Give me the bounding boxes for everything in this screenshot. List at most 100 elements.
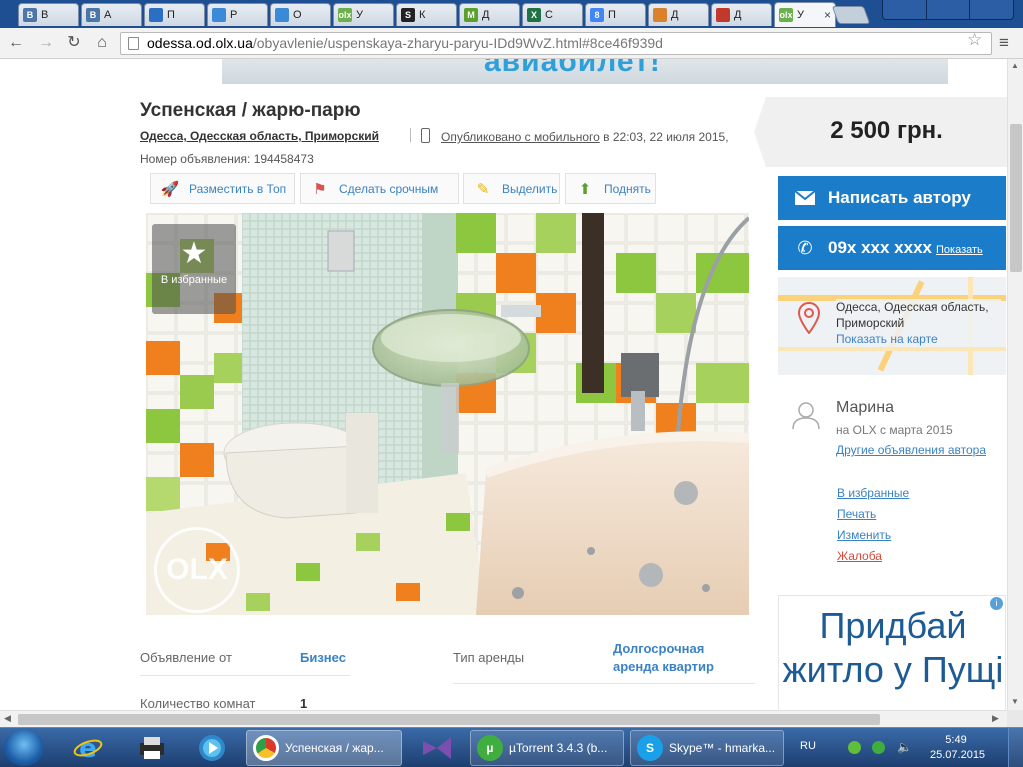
add-to-favorites-link[interactable]: В избранные xyxy=(837,486,909,500)
horizontal-scrollbar[interactable]: ◀ ▶ xyxy=(0,710,1007,727)
browser-tab[interactable]: olx У xyxy=(333,3,394,26)
task-chrome[interactable]: Успенская / жар... xyxy=(246,730,402,766)
complaint-link[interactable]: Жалоба xyxy=(837,549,882,563)
show-on-map-link[interactable]: Показать на карте xyxy=(836,331,1001,347)
ad-location-link[interactable]: Одесса, Одесская область, Приморский xyxy=(140,129,379,143)
browser-tab[interactable]: Д xyxy=(648,3,709,26)
tray-status-icon[interactable] xyxy=(848,741,861,754)
task-utorrent[interactable]: µ µTorrent 3.4.3 (b... xyxy=(470,730,624,766)
task-label: µTorrent 3.4.3 (b... xyxy=(509,741,608,755)
scroll-up-arrow-icon[interactable]: ▲ xyxy=(1011,61,1019,70)
scroll-down-arrow-icon[interactable]: ▼ xyxy=(1011,697,1019,706)
windows-taskbar: e Успенская / жар... µ µTorrent 3.4.3 (b… xyxy=(0,727,1023,767)
back-arrow-icon[interactable]: ← xyxy=(6,33,26,53)
page-icon xyxy=(128,37,139,50)
promo-label: Разместить в Топ xyxy=(189,181,287,196)
top-ad-banner[interactable]: авиабилет! xyxy=(222,59,948,84)
highlight-button[interactable]: ✎ Выделить xyxy=(463,173,560,204)
reload-icon[interactable]: ↻ xyxy=(64,33,84,53)
media-player-icon[interactable] xyxy=(188,731,236,765)
marker-icon: ✎ xyxy=(476,180,490,198)
write-author-label: Написать автору xyxy=(828,188,971,207)
ad-info-icon[interactable]: i xyxy=(990,597,1003,610)
browser-tab[interactable]: Д xyxy=(711,3,772,26)
browser-tab[interactable]: olx У × xyxy=(774,2,836,27)
browser-tab[interactable]: ВВ xyxy=(18,3,79,26)
add-to-favorites-button[interactable]: ★ В избранные xyxy=(152,224,236,314)
task-label: Skype™ - hmarka... xyxy=(669,741,776,755)
tab-label: К xyxy=(419,9,426,21)
make-urgent-button[interactable]: ⚑ Сделать срочным xyxy=(300,173,459,204)
vertical-scroll-thumb[interactable] xyxy=(1010,124,1022,272)
browser-toolbar: ← → ↻ ⌂ odessa.od.olx.ua/obyavlenie/uspe… xyxy=(0,28,1023,59)
tab-label: У xyxy=(356,9,363,21)
seller-other-ads-link[interactable]: Другие объявления автора xyxy=(836,443,986,457)
visual-studio-icon[interactable] xyxy=(410,731,464,765)
browser-tab[interactable]: О xyxy=(270,3,331,26)
ie-icon[interactable]: e xyxy=(64,731,112,765)
eye-icon xyxy=(212,8,226,22)
browser-tab[interactable]: SК xyxy=(396,3,457,26)
forward-arrow-icon[interactable]: → xyxy=(36,33,56,53)
show-phone-link[interactable]: Показать xyxy=(936,244,983,256)
price: 2 500 грн. xyxy=(830,117,943,144)
volume-icon[interactable]: 🔈 xyxy=(897,741,912,754)
banner-text: авиабилет! xyxy=(484,59,661,78)
olx-icon: olx xyxy=(779,8,793,22)
published-info: Опубликовано с мобильного в 22:03, 22 ию… xyxy=(441,130,729,144)
show-phone-button[interactable]: ✆ 09x xxx xxxx Показать xyxy=(778,226,1006,270)
param-label-seller-type: Объявление от xyxy=(140,650,232,665)
minimize-button[interactable] xyxy=(883,0,927,19)
side-ad-banner[interactable]: Придбай житло у Пущі i xyxy=(778,595,1006,710)
browser-tab[interactable]: MД xyxy=(459,3,520,26)
system-clock[interactable]: 5:49 25.07.2015 xyxy=(930,733,985,763)
utorrent-tray-icon[interactable] xyxy=(872,741,885,754)
scroll-left-arrow-icon[interactable]: ◀ xyxy=(4,713,11,724)
user-avatar-icon xyxy=(792,402,820,430)
published-time: в 22:03, 22 июля 2015, xyxy=(599,130,729,144)
tab-label: А xyxy=(104,9,112,21)
published-mobile-link[interactable]: Опубликовано с мобильного xyxy=(441,130,600,144)
edit-link[interactable]: Изменить xyxy=(837,528,891,542)
bump-button[interactable]: ⬆ Поднять xyxy=(565,173,656,204)
menu-icon[interactable]: ≡ xyxy=(999,33,1009,53)
page-viewport: авиабилет! Успенская / жарю-парю Одесса,… xyxy=(0,59,1007,710)
browser-tab[interactable]: Р xyxy=(207,3,268,26)
show-desktop-button[interactable] xyxy=(1008,728,1023,767)
task-skype[interactable]: S Skype™ - hmarka... xyxy=(630,730,784,766)
olx-watermark-logo: OLX xyxy=(154,527,240,613)
printer-icon[interactable] xyxy=(128,731,176,765)
arrow-up-icon: ⬆ xyxy=(578,180,592,198)
new-tab-button[interactable] xyxy=(831,6,871,24)
phone-icon: ✆ xyxy=(797,237,813,258)
language-indicator[interactable]: RU xyxy=(800,740,816,752)
write-author-button[interactable]: Написать автору xyxy=(778,176,1006,220)
browser-tab[interactable]: XС xyxy=(522,3,583,26)
task-label: Успенская / жар... xyxy=(285,741,384,755)
browser-tab[interactable]: 8П xyxy=(585,3,646,26)
vk-icon: В xyxy=(23,8,37,22)
scroll-right-arrow-icon[interactable]: ▶ xyxy=(992,713,999,724)
vertical-scrollbar[interactable]: ▲ ▼ xyxy=(1007,59,1023,710)
favorites-label: В избранные xyxy=(160,274,228,286)
bookmark-star-icon[interactable]: ☆ xyxy=(967,30,982,50)
param-value-rooms: 1 xyxy=(300,696,308,710)
address-bar[interactable]: odessa.od.olx.ua/obyavlenie/uspenskaya-z… xyxy=(120,32,992,55)
browser-tab[interactable]: П xyxy=(144,3,205,26)
maximize-button[interactable] xyxy=(927,0,971,19)
close-tab-icon[interactable]: × xyxy=(824,8,831,22)
eye-icon xyxy=(275,8,289,22)
clock-time: 5:49 xyxy=(945,734,967,746)
param-value-rent-type[interactable]: Долгосрочная аренда квартир xyxy=(613,640,753,676)
close-window-button[interactable] xyxy=(970,0,1013,19)
browser-tab[interactable]: ВА xyxy=(81,3,142,26)
print-link[interactable]: Печать xyxy=(837,507,876,521)
start-button[interactable] xyxy=(4,730,44,766)
home-icon[interactable]: ⌂ xyxy=(92,33,112,53)
book-icon xyxy=(716,8,730,22)
horizontal-scroll-thumb[interactable] xyxy=(18,714,880,725)
param-value-seller-type[interactable]: Бизнес xyxy=(300,650,346,665)
promo-label: Сделать срочным xyxy=(339,181,439,196)
divider xyxy=(410,128,411,142)
promote-top-button[interactable]: 🚀 Разместить в Топ xyxy=(150,173,295,204)
